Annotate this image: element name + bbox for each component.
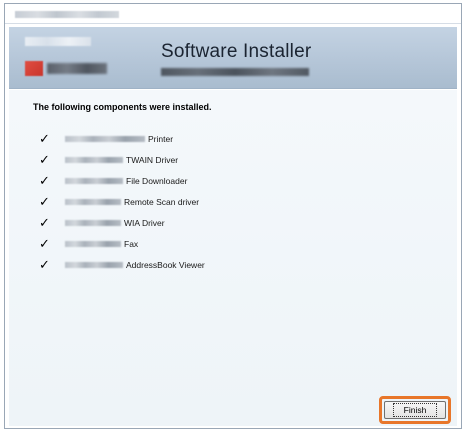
brand-logo-icon [25,61,43,76]
installed-components-list: ✓ Printer ✓ TWAIN Driver ✓ File Download… [39,128,439,275]
blurred-component-prefix [65,261,123,268]
check-icon: ✓ [39,236,50,251]
blurred-component-prefix [65,177,123,184]
finish-button-label: Finish [392,403,438,417]
installer-header: Software Installer [9,27,457,89]
installer-title: Software Installer [161,41,312,62]
blurred-component-prefix [65,135,145,142]
component-label: Remote Scan driver [124,196,200,207]
blurred-brand-name [47,63,107,74]
list-item: ✓ WIA Driver [39,212,439,233]
blurred-product-series [161,68,309,76]
blurred-component-prefix [65,156,123,163]
list-item: ✓ TWAIN Driver [39,149,439,170]
check-icon: ✓ [39,152,50,167]
list-item: ✓ File Downloader [39,170,439,191]
component-label: WIA Driver [124,217,165,228]
component-label: Fax [124,238,139,249]
list-item: ✓ Remote Scan driver [39,191,439,212]
finish-button[interactable]: Finish [384,401,446,419]
check-icon: ✓ [39,173,50,188]
blurred-window-title [15,11,119,18]
component-label: TWAIN Driver [126,154,179,165]
component-label: Printer [148,133,174,144]
check-icon: ✓ [39,131,50,146]
blurred-header-text [25,37,91,46]
list-item: ✓ Fax [39,233,439,254]
list-item: ✓ Printer [39,128,439,149]
blurred-component-prefix [65,219,121,226]
list-item: ✓ AddressBook Viewer [39,254,439,275]
blurred-component-prefix [65,240,121,247]
installer-window: Software Installer The following compone… [4,3,462,429]
check-icon: ✓ [39,215,50,230]
blurred-component-prefix [65,198,121,205]
window-titlebar [5,4,461,24]
component-label: File Downloader [126,175,188,186]
installed-heading: The following components were installed. [33,102,212,112]
check-icon: ✓ [39,194,50,209]
check-icon: ✓ [39,257,50,272]
installer-content: The following components were installed.… [9,90,457,426]
component-label: AddressBook Viewer [126,259,205,270]
